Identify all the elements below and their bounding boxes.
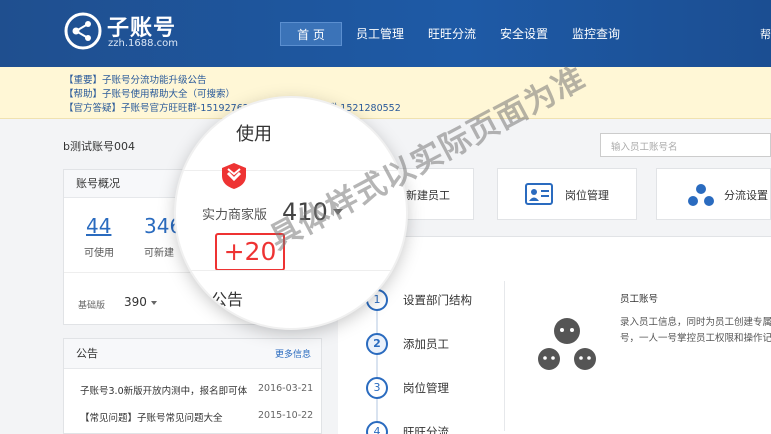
guide-panel: 指引 1 设置部门结构 2 添加员工 3 岗位管理 4 旺旺分流 员工账号 录入… — [338, 236, 771, 434]
merchant-level: 实力商家版 — [202, 208, 268, 223]
step-label[interactable]: 添加员工 — [403, 336, 449, 352]
top-header: 子账号 zzh.1688.com 首 页 员工管理 旺旺分流 安全设置 监控查询… — [0, 0, 771, 67]
quick-action-label: 分流设置 — [724, 189, 768, 202]
nav-home[interactable]: 首 页 — [280, 22, 342, 46]
announcement-card: 公告 更多信息 子账号3.0新版开放内测中，报名即可体 2016-03-21 【… — [63, 338, 322, 434]
base-version-score[interactable]: 390 — [124, 295, 157, 309]
routing-icon — [688, 184, 714, 206]
step-label[interactable]: 岗位管理 — [403, 380, 449, 396]
merchant-badge-icon — [222, 163, 246, 189]
nav-monitoring[interactable]: 监控查询 — [562, 22, 630, 46]
quick-action-routing-settings[interactable]: 分流设置 — [656, 168, 771, 220]
chevron-down-icon — [150, 300, 157, 305]
logo-icon[interactable] — [63, 11, 103, 51]
quick-action-position-management[interactable]: 岗位管理 — [497, 168, 637, 220]
available-count[interactable]: 44 — [86, 214, 111, 238]
detail-text: 录入员工信息，同时为员工创建专属子 — [620, 317, 771, 328]
nav-wangwang-routing[interactable]: 旺旺分流 — [418, 22, 486, 46]
notice-link[interactable]: 【帮助】子账号使用帮助大全（可搜索） — [64, 86, 235, 100]
notice-bar: 【重要】子账号分流功能升级公告 【帮助】子账号使用帮助大全（可搜索） 【官方答疑… — [0, 67, 771, 119]
detail-title: 员工账号 — [620, 294, 659, 305]
brand-subtitle: zzh.1688.com — [108, 38, 178, 49]
step-connector — [376, 299, 378, 434]
step-label[interactable]: 旺旺分流 — [403, 424, 449, 434]
step-number: 2 — [366, 333, 388, 355]
announcement-item-date: 2016-03-21 — [258, 383, 314, 394]
magnifier-announcement: 公告 — [211, 290, 244, 309]
new-label: 可新建 — [144, 248, 174, 259]
base-version-value: 390 — [124, 295, 147, 309]
nav-security-settings[interactable]: 安全设置 — [490, 22, 558, 46]
available-label: 可使用 — [84, 248, 114, 259]
account-name: b测试账号004 — [63, 140, 135, 153]
search-input[interactable]: 输入员工账号名 — [600, 133, 771, 157]
announcement-item-title[interactable]: 【常见问题】子账号常见问题大全 — [80, 410, 223, 424]
staff-group-icon — [538, 318, 596, 370]
notice-link[interactable]: 【官方答疑】子账号官方旺旺群-1519276226）分流咨询官方群-152128… — [64, 100, 401, 114]
step-number: 4 — [366, 421, 388, 434]
divider — [176, 270, 406, 271]
detail-text: 号，一人一号掌控员工权限和操作记录 — [620, 333, 771, 344]
search-placeholder: 输入员工账号名 — [611, 142, 678, 153]
magnifier-top-text: 使用 — [236, 124, 272, 145]
quick-action-label: 新建员工 — [406, 189, 450, 202]
quick-action-label: 岗位管理 — [565, 189, 609, 202]
main-nav: 首 页 员工管理 旺旺分流 安全设置 监控查询 — [280, 22, 634, 46]
announcement-item-date: 2015-10-22 — [258, 410, 314, 421]
announcement-item-title[interactable]: 子账号3.0新版开放内测中，报名即可体 — [80, 383, 247, 397]
base-version-label: 基础版 — [78, 301, 106, 311]
step-label[interactable]: 设置部门结构 — [403, 292, 472, 308]
notice-link[interactable]: 【重要】子账号分流功能升级公告 — [64, 72, 207, 86]
more-info-link[interactable]: 更多信息 — [275, 347, 311, 360]
step-number: 3 — [366, 377, 388, 399]
divider — [504, 281, 505, 431]
id-card-icon — [525, 183, 553, 205]
nav-staff-management[interactable]: 员工管理 — [346, 22, 414, 46]
nav-help[interactable]: 帮 — [760, 26, 771, 42]
